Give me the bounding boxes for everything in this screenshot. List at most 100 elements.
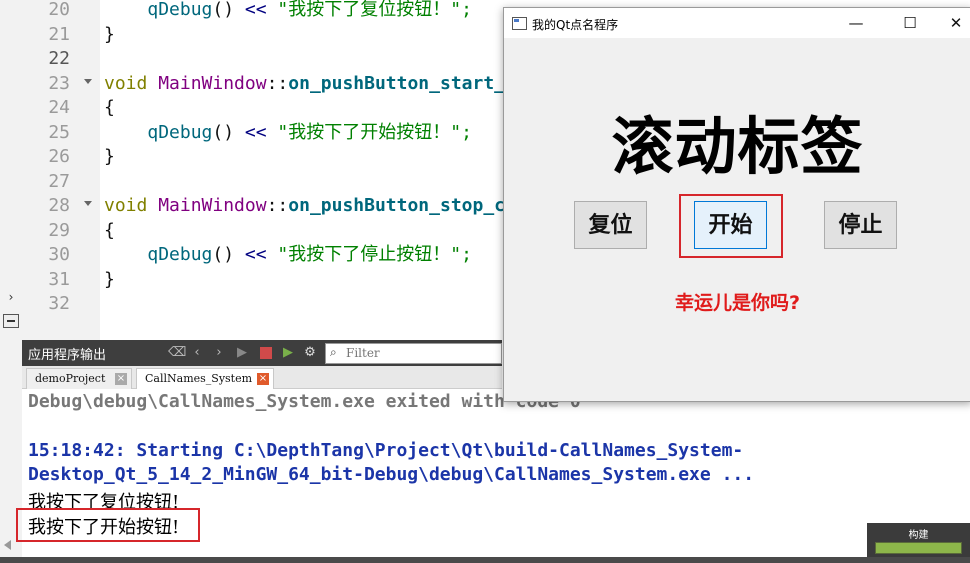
output-line: Debug\debug\CallNames_System.exe exited …: [28, 391, 581, 412]
tab-demoproject[interactable]: demoProject ×: [26, 368, 132, 389]
line-number: 32: [22, 292, 100, 317]
output-line: Desktop_Qt_5_14_2_MinGW_64_bit-Debug\deb…: [28, 463, 755, 485]
code-token: <<: [244, 244, 267, 265]
build-progress-panel: 构建: [867, 523, 970, 557]
tab-label: CallNames_System: [145, 372, 253, 385]
settings-gear-icon[interactable]: ⚙: [302, 344, 318, 362]
line-number: 22: [22, 47, 100, 72]
code-token: }: [104, 268, 115, 290]
fold-arrow-icon[interactable]: [84, 201, 92, 206]
build-progress-fill: [876, 543, 961, 553]
line-number-text: 29: [48, 219, 70, 241]
lucky-label: 幸运儿是你吗?: [674, 292, 801, 314]
code-token: {: [104, 219, 115, 241]
close-tab-icon[interactable]: ×: [115, 373, 127, 385]
window-title: 我的Qt点名程序: [532, 18, 619, 32]
line-number-text: 20: [48, 0, 70, 20]
code-token: ::: [266, 195, 289, 216]
debug-run-icon[interactable]: ▶: [280, 344, 296, 362]
minimize-button[interactable]: —: [833, 8, 879, 38]
code-line: qDebug() << "我按下了开始按钮！";: [104, 121, 472, 146]
code-token: (): [212, 244, 245, 265]
output-tab-bar: demoProject × CallNames_System ×: [22, 366, 502, 389]
maximize-button[interactable]: ☐: [887, 8, 933, 38]
stop-button[interactable]: 停止: [824, 201, 897, 249]
scrolling-label: 滚动标签: [611, 110, 864, 183]
code-editor[interactable]: qDebug() << "我按下了复位按钮！";} void MainWindow…: [100, 0, 510, 340]
code-token: }: [104, 146, 115, 167]
expand-arrow-icon[interactable]: ›: [2, 290, 20, 304]
line-number-gutter: 20 21 22 23 24 25 26 27 28 29 30 31 32: [22, 0, 100, 340]
previous-icon[interactable]: ‹: [190, 344, 204, 362]
line-number-text: 27: [48, 170, 70, 192]
line-number: 25: [22, 121, 100, 146]
collapse-panel-icon[interactable]: [3, 314, 19, 328]
code-line: }: [104, 23, 115, 48]
code-token: qDebug: [147, 0, 213, 20]
output-pane-title: 应用程序输出: [28, 348, 107, 363]
line-number-text: 21: [48, 23, 70, 45]
clear-output-icon[interactable]: ⌫: [168, 344, 186, 362]
line-number: 23: [22, 72, 100, 97]
bottom-status-strip: [0, 557, 970, 563]
close-tab-icon[interactable]: ×: [257, 373, 269, 385]
filter-input[interactable]: [346, 345, 496, 360]
code-token: on_pushButton_stop_c: [288, 195, 506, 216]
qt-app-window: 我的Qt点名程序 — ☐ ✕ 滚动标签 复位 开始 停止 幸运儿是你吗?: [503, 7, 970, 402]
reset-button[interactable]: 复位: [574, 201, 647, 249]
filter-field[interactable]: ⌕: [325, 343, 502, 364]
scroll-arrow-icon[interactable]: [4, 540, 11, 550]
code-token: qDebug: [147, 121, 213, 143]
code-token: }: [104, 23, 115, 45]
next-icon[interactable]: ›: [212, 344, 226, 362]
highlight-box-start: [679, 194, 783, 258]
code-token: void: [104, 72, 148, 94]
line-number-text: 31: [48, 268, 70, 290]
build-label: 构建: [908, 530, 929, 541]
highlight-box-output: [16, 508, 200, 542]
run-icon[interactable]: ▶: [234, 344, 250, 362]
code-line: }: [104, 268, 115, 293]
line-number: 20: [22, 0, 100, 23]
code-line: void MainWindow::on_pushButton_stop_c: [104, 194, 505, 219]
build-progress-bar: [875, 542, 962, 554]
line-number: 30: [22, 243, 100, 268]
app-window-icon: [512, 17, 527, 30]
fold-arrow-icon[interactable]: [84, 78, 92, 84]
code-line: }: [104, 145, 115, 170]
code-line: qDebug() << "我按下了停止按钮！";: [104, 243, 472, 268]
line-number: 31: [22, 268, 100, 293]
line-number-text: 22: [48, 48, 70, 69]
code-token: ::: [266, 72, 289, 94]
code-token: "我按下了开始按钮！";: [266, 121, 472, 143]
window-titlebar[interactable]: 我的Qt点名程序 — ☐ ✕: [504, 8, 970, 38]
output-toolbar: 应用程序输出 ⌫ ‹ › ▶ ▶ ⚙ ⌕: [22, 340, 502, 366]
stop-icon[interactable]: [258, 344, 274, 362]
code-token: MainWindow: [158, 195, 267, 216]
code-token: {: [104, 97, 115, 118]
code-line: void MainWindow::on_pushButton_start_: [104, 72, 505, 97]
line-number-text: 30: [48, 244, 70, 265]
code-token: MainWindow: [158, 72, 267, 94]
code-token: (): [212, 0, 245, 20]
line-number: 27: [22, 170, 100, 195]
code-line: qDebug() << "我按下了复位按钮！";: [104, 0, 472, 23]
code-token: void: [104, 195, 148, 216]
code-token: <<: [244, 0, 267, 20]
tab-callnames-system[interactable]: CallNames_System ×: [136, 368, 274, 389]
close-button[interactable]: ✕: [933, 8, 970, 38]
code-token: qDebug: [147, 244, 213, 265]
line-number-text: 26: [48, 146, 70, 167]
code-token: <<: [244, 121, 267, 143]
search-icon: ⌕: [330, 345, 337, 359]
line-number-text: 23: [48, 72, 70, 94]
line-number-text: 32: [48, 293, 70, 314]
left-sidebar-strip: [0, 0, 23, 563]
line-number-text: 25: [48, 121, 70, 143]
code-token: on_pushButton_start_: [288, 72, 506, 94]
line-number: 24: [22, 96, 100, 121]
